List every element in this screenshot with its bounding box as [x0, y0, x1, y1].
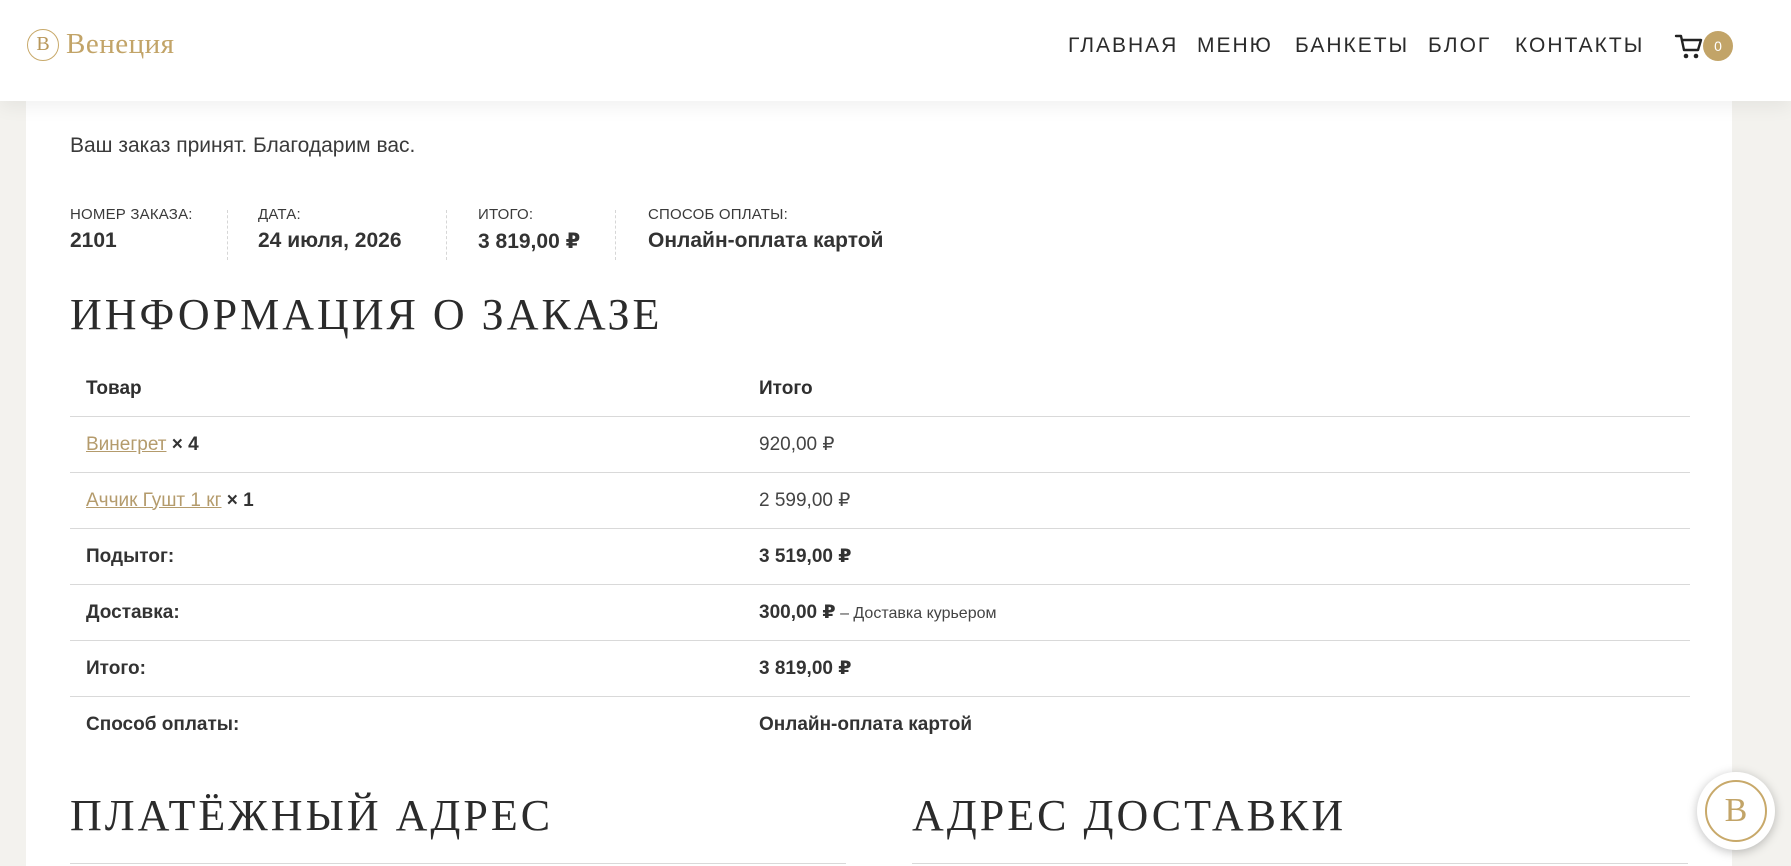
- order-item-cell: Аччик Гушт 1 кг × 1: [70, 472, 743, 529]
- payment-method-label: Способ оплаты:: [86, 713, 240, 735]
- nav-item-home[interactable]: ГЛАВНАЯ: [1068, 34, 1178, 58]
- shipping-cell: 300,00 ₽ – Доставка курьером: [743, 584, 1690, 641]
- table-row: Способ оплаты: Онлайн-оплата картой: [70, 697, 1690, 753]
- nav-item-contacts[interactable]: КОНТАКТЫ: [1515, 34, 1644, 58]
- product-link[interactable]: Аччик Гушт 1 кг: [86, 490, 222, 511]
- order-details-title: ИНФОРМАЦИЯ О ЗАКАЗЕ: [70, 290, 663, 339]
- overview-payment: СПОСОБ ОПЛАТЫ: Онлайн-оплата картой: [648, 206, 883, 253]
- overview-total-value: 3 819,00 ₽: [478, 230, 581, 253]
- subtotal-value: 3 519,00 ₽: [743, 528, 1690, 585]
- site-header: B Венеция ГЛАВНАЯ МЕНЮ БАНКЕТЫ БЛОГ КОНТ…: [0, 0, 1791, 101]
- logo-text: Венеция: [66, 28, 175, 60]
- subtotal-label: Подытог:: [70, 528, 743, 585]
- overview-payment-value: Онлайн-оплата картой: [648, 229, 884, 252]
- shipping-value: 300,00 ₽: [759, 602, 836, 623]
- total-value: 3 819,00 ₽: [743, 640, 1690, 697]
- cart-count-badge[interactable]: 0: [1703, 31, 1733, 61]
- cart-icon[interactable]: [1674, 31, 1704, 61]
- table-row: Подытог: 3 519,00 ₽: [70, 528, 1690, 585]
- overview-date: ДАТА: 24 июля, 2026: [258, 206, 402, 253]
- product-quantity: × 1: [226, 489, 254, 511]
- overview-order-number-value: 2101: [70, 229, 117, 252]
- overview-date-label: ДАТА:: [258, 206, 301, 223]
- brand-badge-button[interactable]: B: [1697, 772, 1775, 850]
- brand-badge-icon: B: [1705, 780, 1767, 842]
- nav-item-blog[interactable]: БЛОГ: [1428, 34, 1491, 58]
- order-details-table: Товар Итого Винегрет × 4 920,00 ₽ Аччик …: [70, 361, 1690, 752]
- overview-payment-label: СПОСОБ ОПЛАТЫ:: [648, 206, 788, 223]
- billing-address-title: ПЛАТЁЖНЫЙ АДРЕС: [70, 791, 554, 840]
- order-item-total: 920,00 ₽: [743, 416, 1690, 473]
- order-item-total: 2 599,00 ₽: [743, 472, 1690, 529]
- site-logo[interactable]: B Венеция: [27, 28, 174, 61]
- table-row: Доставка: 300,00 ₽ – Доставка курьером: [70, 584, 1690, 641]
- total-label: Итого:: [70, 640, 743, 697]
- column-header-product: Товар: [70, 361, 743, 417]
- column-header-total: Итого: [743, 361, 1690, 417]
- table-row: Аччик Гушт 1 кг × 1 2 599,00 ₽: [70, 472, 1690, 529]
- shipping-address-divider: [912, 863, 1688, 864]
- overview-divider: [227, 210, 228, 260]
- billing-address-divider: [70, 863, 846, 864]
- product-link[interactable]: Винегрет: [86, 434, 166, 455]
- overview-divider: [615, 210, 616, 260]
- payment-method-value: Онлайн-оплата картой: [759, 713, 973, 735]
- product-quantity: × 4: [171, 433, 199, 455]
- order-thanks-message: Ваш заказ принят. Благодарим вас.: [70, 134, 416, 157]
- shipping-address-title: АДРЕС ДОСТАВКИ: [912, 791, 1347, 840]
- table-header-row: Товар Итого: [70, 361, 1690, 417]
- overview-order-number-label: НОМЕР ЗАКАЗА:: [70, 206, 193, 223]
- shipping-method-note: – Доставка курьером: [835, 605, 997, 622]
- overview-total: ИТОГО: 3 819,00 ₽: [478, 206, 580, 254]
- overview-divider: [446, 210, 447, 260]
- overview-date-value: 24 июля, 2026: [258, 229, 402, 252]
- nav-item-banquets[interactable]: БАНКЕТЫ: [1295, 34, 1409, 58]
- overview-total-label: ИТОГО:: [478, 206, 534, 223]
- table-row: Винегрет × 4 920,00 ₽: [70, 416, 1690, 473]
- nav-item-menu[interactable]: МЕНЮ: [1197, 34, 1273, 58]
- table-row: Итого: 3 819,00 ₽: [70, 640, 1690, 697]
- shipping-label: Доставка:: [70, 584, 743, 641]
- overview-order-number: НОМЕР ЗАКАЗА: 2101: [70, 206, 193, 253]
- logo-mark-icon: B: [27, 28, 59, 61]
- order-item-cell: Винегрет × 4: [70, 416, 743, 473]
